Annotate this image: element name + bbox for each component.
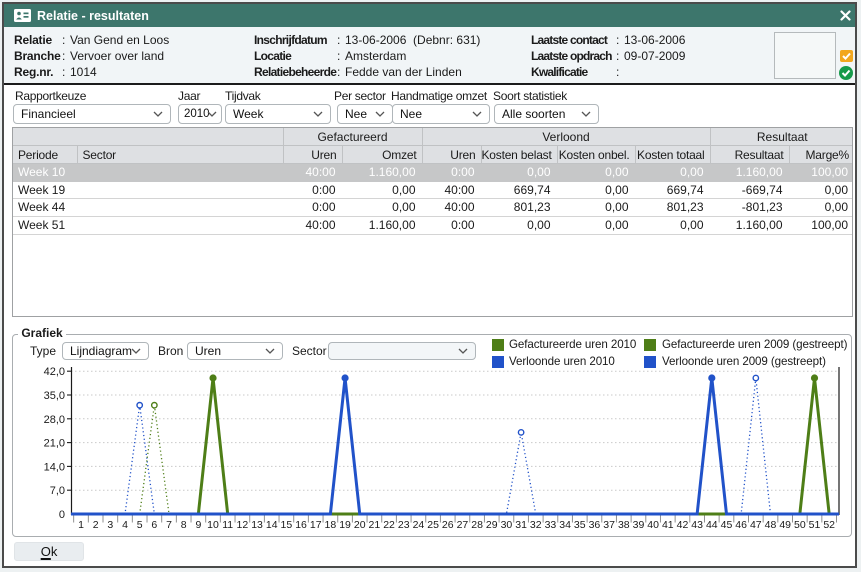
svg-text:16: 16 (295, 519, 307, 531)
svg-text:13: 13 (251, 519, 263, 531)
svg-text:28: 28 (471, 519, 483, 531)
svg-text:2: 2 (93, 519, 99, 531)
svg-text:39: 39 (633, 519, 645, 531)
svg-text:32: 32 (530, 519, 542, 531)
svg-text:9: 9 (195, 519, 201, 531)
svg-text:18: 18 (325, 519, 337, 531)
svg-text:20: 20 (354, 519, 366, 531)
svg-text:1: 1 (78, 519, 84, 531)
svg-text:25: 25 (427, 519, 439, 531)
svg-text:24: 24 (413, 519, 425, 531)
svg-text:36: 36 (589, 519, 601, 531)
svg-text:0: 0 (59, 509, 65, 521)
svg-text:17: 17 (310, 519, 322, 531)
svg-text:45: 45 (721, 519, 733, 531)
svg-text:49: 49 (779, 519, 791, 531)
svg-text:37: 37 (603, 519, 615, 531)
svg-text:42: 42 (677, 519, 689, 531)
svg-text:6: 6 (151, 519, 157, 531)
svg-text:42,0: 42,0 (44, 366, 65, 378)
svg-text:7: 7 (166, 519, 172, 531)
svg-text:30: 30 (501, 519, 513, 531)
svg-text:44: 44 (706, 519, 718, 531)
svg-text:34: 34 (559, 519, 571, 531)
svg-text:52: 52 (823, 519, 835, 531)
svg-text:15: 15 (281, 519, 293, 531)
svg-text:22: 22 (383, 519, 395, 531)
svg-text:10: 10 (207, 519, 219, 531)
svg-text:40: 40 (647, 519, 659, 531)
svg-text:26: 26 (442, 519, 454, 531)
svg-text:19: 19 (339, 519, 351, 531)
svg-text:28,0: 28,0 (44, 414, 65, 426)
svg-text:21,0: 21,0 (44, 438, 65, 450)
svg-text:23: 23 (398, 519, 410, 531)
svg-text:5: 5 (137, 519, 143, 531)
svg-text:8: 8 (181, 519, 187, 531)
svg-text:4: 4 (122, 519, 128, 531)
svg-text:21: 21 (369, 519, 381, 531)
svg-text:50: 50 (794, 519, 806, 531)
svg-text:35,0: 35,0 (44, 390, 65, 402)
svg-text:7,0: 7,0 (50, 485, 65, 497)
svg-text:29: 29 (486, 519, 498, 531)
svg-text:46: 46 (735, 519, 747, 531)
svg-text:11: 11 (222, 519, 233, 531)
svg-text:43: 43 (691, 519, 703, 531)
svg-text:31: 31 (515, 519, 527, 531)
svg-text:41: 41 (662, 519, 674, 531)
svg-text:47: 47 (750, 519, 762, 531)
svg-text:51: 51 (809, 519, 821, 531)
svg-text:35: 35 (574, 519, 586, 531)
svg-text:38: 38 (618, 519, 630, 531)
svg-text:14,0: 14,0 (44, 461, 65, 473)
svg-text:33: 33 (545, 519, 557, 531)
svg-text:14: 14 (266, 519, 278, 531)
svg-text:3: 3 (107, 519, 113, 531)
svg-text:27: 27 (457, 519, 469, 531)
svg-text:48: 48 (765, 519, 777, 531)
svg-text:12: 12 (237, 519, 249, 531)
